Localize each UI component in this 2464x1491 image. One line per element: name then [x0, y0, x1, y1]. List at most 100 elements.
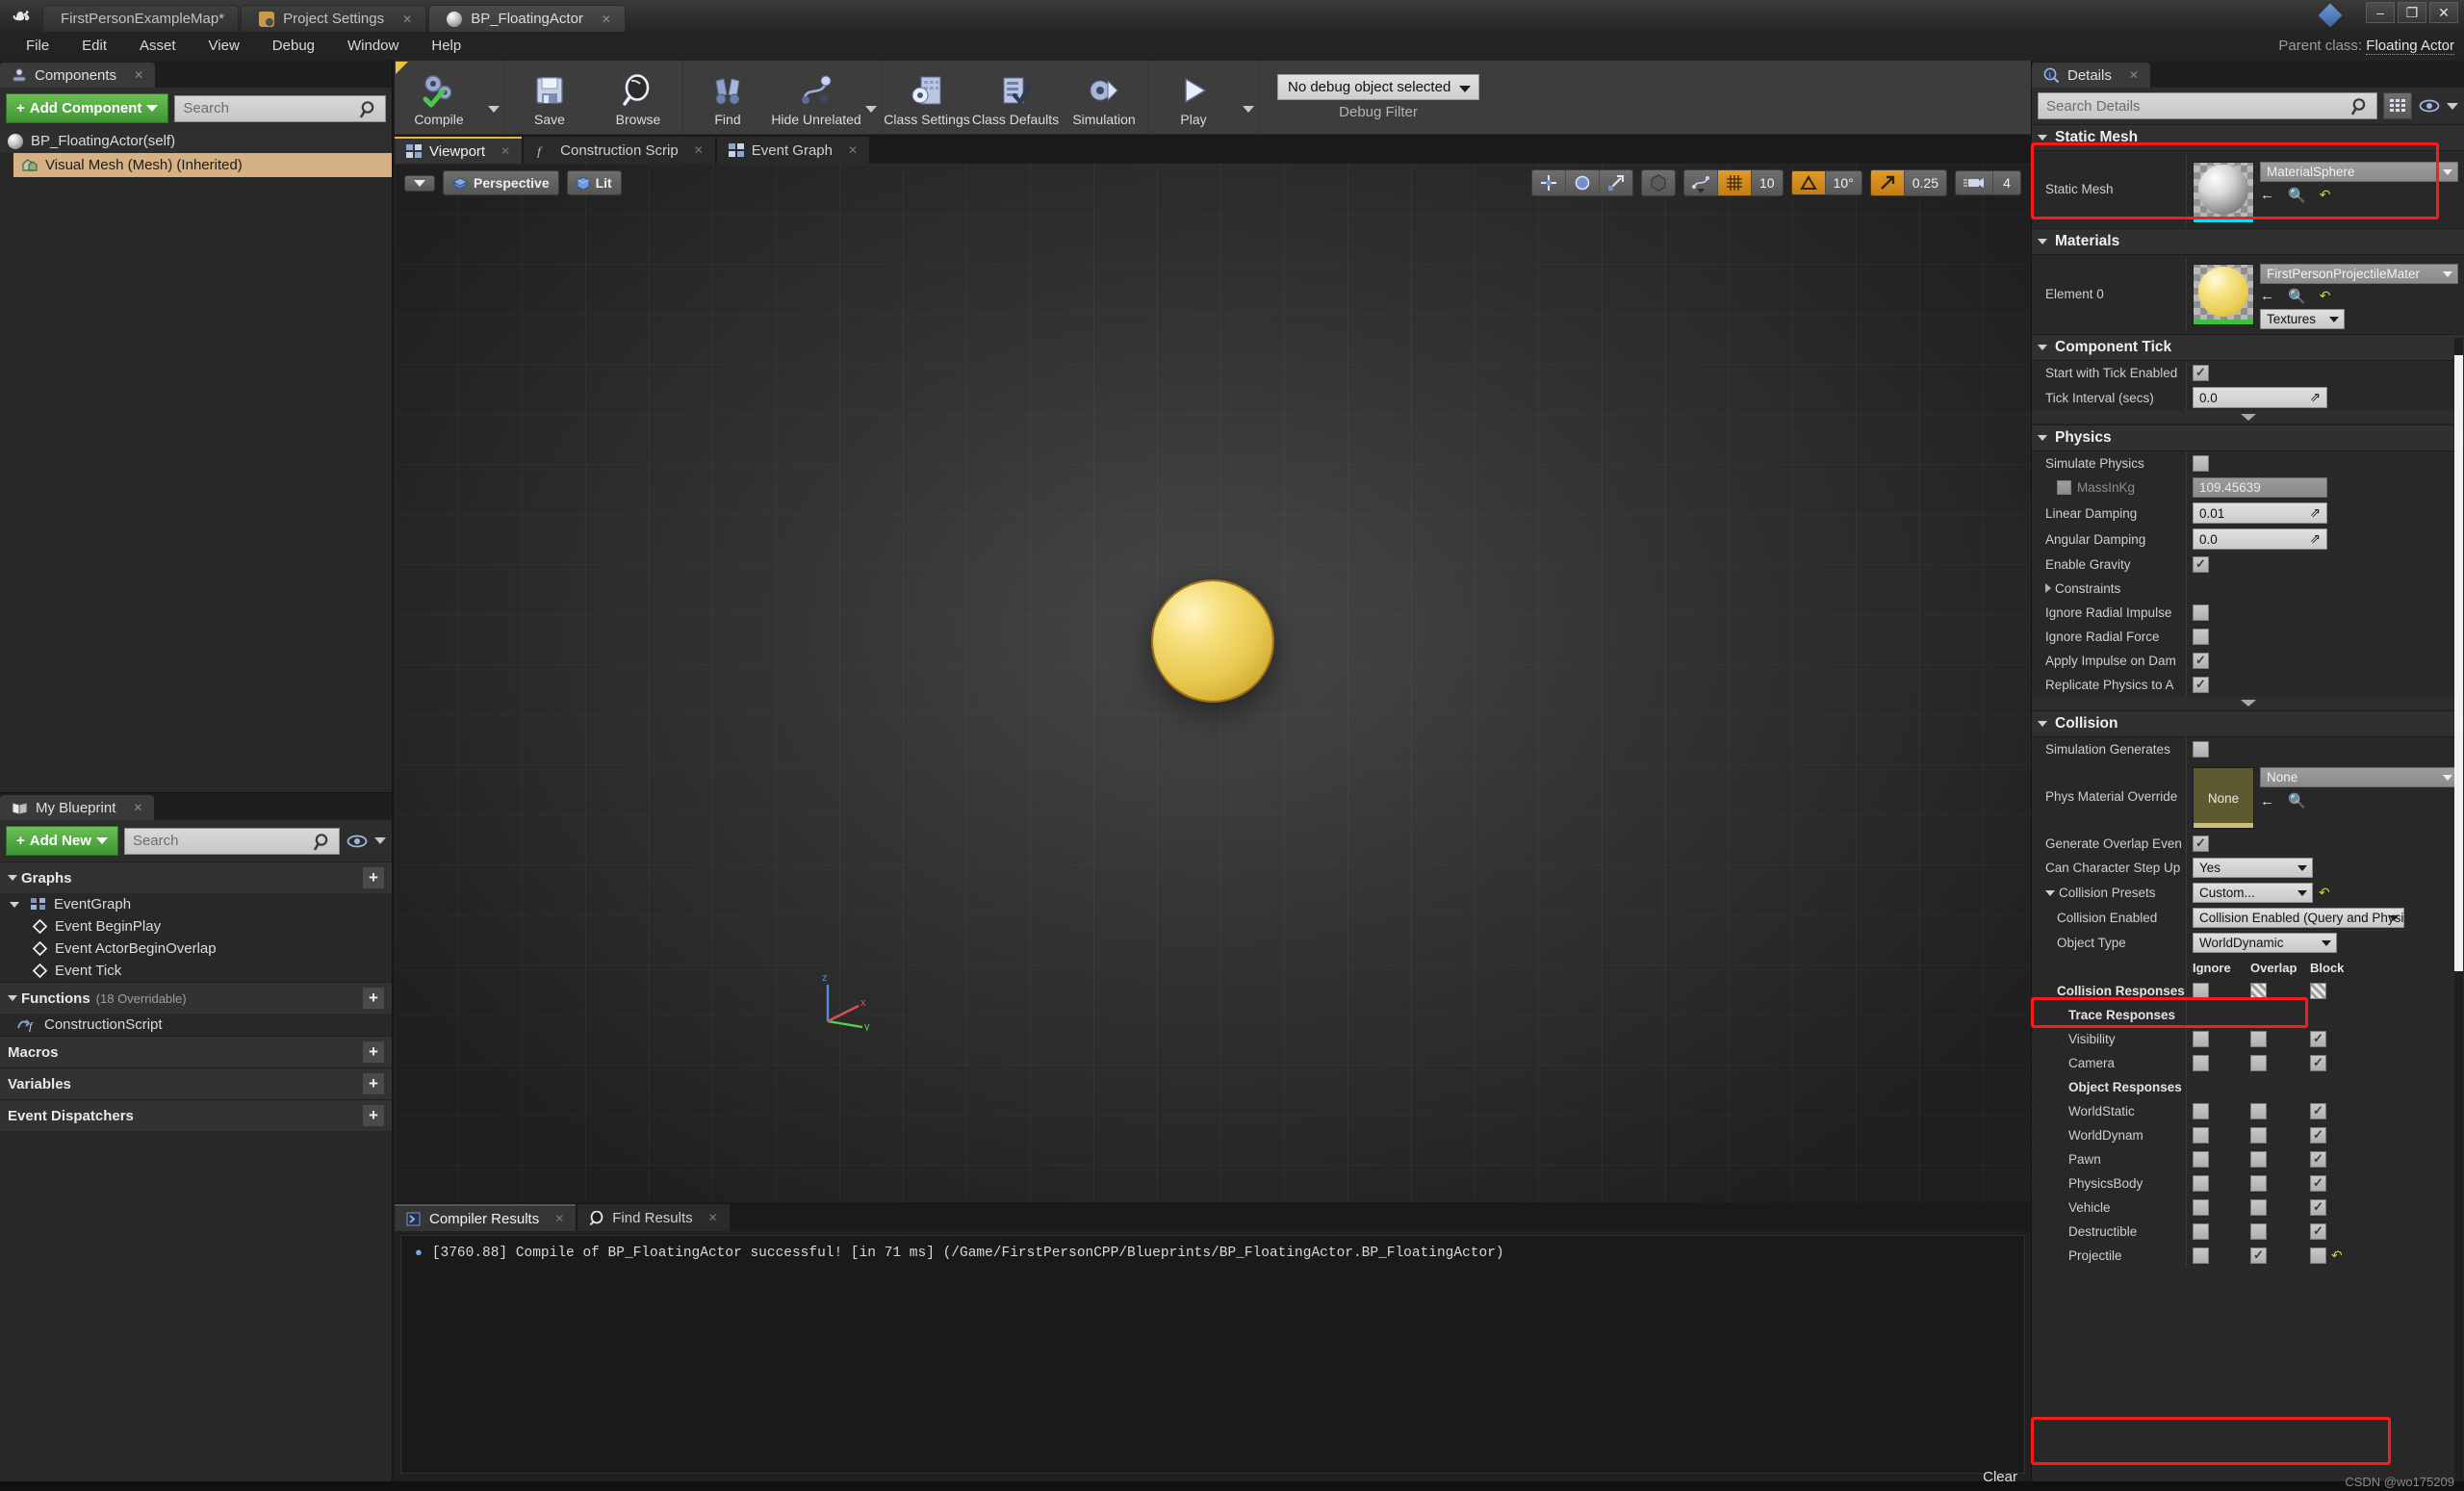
tab-details[interactable]: i Details ✕ — [2032, 63, 2150, 88]
debug-object-select[interactable]: No debug object selected — [1277, 74, 1479, 100]
reset-to-default-icon[interactable]: ↶ — [2320, 288, 2331, 304]
ignore-radial-force-checkbox[interactable]: ✓ — [2193, 628, 2209, 645]
projectile-ignore-checkbox[interactable]: ✓ — [2193, 1247, 2209, 1264]
class-settings-button[interactable]: Class Settings — [883, 61, 971, 134]
class-defaults-button[interactable]: Class Defaults — [971, 61, 1060, 134]
worlddynamic-ignore-checkbox[interactable]: ✓ — [2193, 1126, 2209, 1144]
tab-viewport[interactable]: Viewport ✕ — [395, 137, 523, 164]
simulation-generates-hit-events-checkbox[interactable]: ✓ — [2193, 740, 2209, 758]
visibility-ignore-checkbox[interactable]: ✓ — [2193, 1030, 2209, 1047]
enable-gravity-checkbox[interactable]: ✓ — [2193, 555, 2209, 573]
component-item-visual-mesh[interactable]: Visual Mesh (Mesh) (Inherited) — [13, 153, 392, 177]
play-dropdown[interactable] — [1238, 61, 1259, 134]
mb-item-constructionscript[interactable]: f ConstructionScript — [0, 1014, 392, 1036]
tab-my-blueprint[interactable]: My Blueprint ✕ — [0, 795, 155, 820]
tab-components[interactable]: Components ✕ — [0, 63, 156, 88]
add-macro-button[interactable]: + — [363, 1041, 384, 1063]
visibility-dropdown-icon[interactable] — [374, 837, 386, 844]
apply-impulse-on-damage-checkbox[interactable]: ✓ — [2193, 652, 2209, 669]
drag-handle-icon[interactable]: ⇗ — [2310, 531, 2321, 547]
minimize-button[interactable]: – — [2366, 2, 2395, 23]
tab-find-results[interactable]: Find Results ✕ — [578, 1204, 730, 1231]
grid-snap-toggle[interactable] — [1718, 170, 1752, 195]
start-with-tick-enabled-checkbox[interactable]: ✓ — [2193, 364, 2209, 381]
category-materials[interactable]: Materials — [2032, 228, 2464, 255]
mb-item-event-beginplay[interactable]: Event BeginPlay — [0, 915, 392, 938]
static-mesh-asset-select[interactable]: MaterialSphere — [2260, 161, 2458, 182]
add-variable-button[interactable]: + — [363, 1073, 384, 1094]
tab-event-graph[interactable]: Event Graph ✕ — [716, 137, 870, 164]
camera-block-checkbox[interactable]: ✓ — [2310, 1054, 2326, 1071]
reset-to-default-icon[interactable]: ↶ — [2320, 187, 2331, 203]
worldstatic-ignore-checkbox[interactable]: ✓ — [2193, 1102, 2209, 1119]
window-tab-0[interactable]: FirstPersonExampleMap* — [42, 5, 240, 32]
reset-to-default-icon[interactable]: ↶ — [2319, 885, 2330, 901]
camera-speed-value[interactable]: 4 — [1993, 171, 2020, 194]
menu-edit[interactable]: Edit — [65, 32, 123, 61]
close-icon[interactable]: ✕ — [2129, 68, 2139, 82]
projectile-overlap-checkbox[interactable]: ✓ — [2250, 1247, 2267, 1264]
category-component-tick[interactable]: Component Tick — [2032, 334, 2464, 361]
physicsbody-overlap-checkbox[interactable]: ✓ — [2250, 1174, 2267, 1192]
collision-presets-select[interactable]: Custom... — [2193, 883, 2313, 903]
mb-section-macros[interactable]: Macros + — [0, 1036, 392, 1067]
compile-dropdown[interactable] — [483, 61, 504, 134]
angle-snap-toggle[interactable] — [1791, 171, 1826, 194]
use-selected-asset-icon[interactable]: ← — [2260, 187, 2274, 203]
category-collision[interactable]: Collision — [2032, 710, 2464, 737]
collision-responses-overlap-checkbox[interactable] — [2250, 982, 2267, 999]
simulate-physics-checkbox[interactable]: ✓ — [2193, 454, 2209, 472]
ignore-radial-impulse-checkbox[interactable]: ✓ — [2193, 604, 2209, 621]
scale-icon[interactable] — [1600, 170, 1632, 195]
pawn-ignore-checkbox[interactable]: ✓ — [2193, 1150, 2209, 1168]
details-scroll-area[interactable]: Static Mesh Static Mesh MaterialSphere ← — [2032, 124, 2464, 1491]
viewport-options-button[interactable] — [404, 174, 435, 192]
viewport-sphere-mesh[interactable] — [1153, 581, 1272, 702]
material-asset-select[interactable]: FirstPersonProjectileMater — [2260, 263, 2458, 284]
window-tab-2[interactable]: BP_FloatingActor ✕ — [428, 5, 626, 32]
add-component-button[interactable]: + Add Component — [6, 93, 169, 123]
browse-asset-icon[interactable]: 🔍 — [2288, 187, 2306, 204]
perspective-button[interactable]: Perspective — [443, 170, 559, 195]
close-icon[interactable]: ✕ — [402, 13, 412, 26]
generate-overlap-events-checkbox[interactable]: ✓ — [2193, 835, 2209, 852]
phys-material-select[interactable]: None — [2260, 767, 2458, 787]
browse-asset-icon[interactable]: 🔍 — [2288, 792, 2306, 810]
close-icon[interactable]: ✕ — [133, 801, 142, 814]
add-function-button[interactable]: + — [363, 988, 384, 1009]
component-tick-expand-bar[interactable] — [2032, 411, 2464, 424]
world-coords-icon[interactable] — [1642, 170, 1675, 195]
replicate-physics-checkbox[interactable]: ✓ — [2193, 676, 2209, 693]
close-icon[interactable]: ✕ — [848, 143, 858, 157]
phys-material-thumbnail[interactable]: None — [2193, 767, 2254, 829]
pawn-overlap-checkbox[interactable]: ✓ — [2250, 1150, 2267, 1168]
close-icon[interactable]: ✕ — [554, 1212, 564, 1225]
hide-unrelated-button[interactable]: Hide Unrelated — [771, 61, 861, 134]
component-item-self[interactable]: BP_FloatingActor(self) — [0, 129, 392, 153]
drag-handle-icon[interactable]: ⇗ — [2310, 505, 2321, 521]
collision-enabled-select[interactable]: Collision Enabled (Query and Physics) — [2193, 908, 2404, 928]
hide-unrelated-dropdown[interactable] — [860, 61, 882, 134]
visibility-overlap-checkbox[interactable]: ✓ — [2250, 1030, 2267, 1047]
close-icon[interactable]: ✕ — [708, 1211, 718, 1224]
drag-handle-icon[interactable]: ⇗ — [2310, 390, 2321, 405]
restore-button[interactable]: ❐ — [2398, 2, 2426, 23]
grid-snap-value[interactable]: 10 — [1752, 170, 1783, 195]
scale-snap-toggle[interactable] — [1870, 170, 1905, 195]
surface-snap-icon[interactable] — [1684, 170, 1718, 195]
menu-help[interactable]: Help — [415, 32, 477, 61]
angle-snap-value[interactable]: 10° — [1826, 171, 1861, 194]
tab-compiler-results[interactable]: Compiler Results ✕ — [395, 1204, 577, 1231]
collision-responses-block-checkbox[interactable] — [2310, 982, 2326, 999]
details-options-dropdown-icon[interactable] — [2447, 102, 2458, 110]
close-button[interactable]: ✕ — [2429, 2, 2458, 23]
menu-window[interactable]: Window — [331, 32, 415, 61]
details-visibility-eye-icon[interactable] — [2418, 96, 2441, 116]
my-blueprint-search-input[interactable]: Search — [123, 827, 340, 855]
find-button[interactable]: Find — [683, 61, 772, 134]
close-icon[interactable]: ✕ — [694, 143, 704, 157]
worldstatic-overlap-checkbox[interactable]: ✓ — [2250, 1102, 2267, 1119]
menu-debug[interactable]: Debug — [256, 32, 331, 61]
vehicle-block-checkbox[interactable]: ✓ — [2310, 1198, 2326, 1216]
mb-item-event-tick[interactable]: Event Tick — [0, 960, 392, 982]
